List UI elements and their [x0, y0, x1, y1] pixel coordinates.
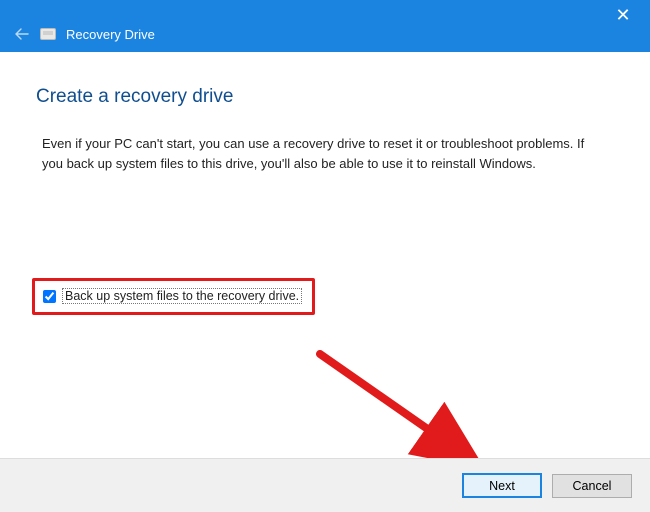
- backup-checkbox[interactable]: [43, 290, 56, 303]
- next-button[interactable]: Next: [462, 473, 542, 498]
- wizard-footer: Next Cancel: [0, 458, 650, 512]
- window-title: Recovery Drive: [66, 27, 155, 42]
- backup-checkbox-label[interactable]: Back up system files to the recovery dri…: [62, 288, 302, 304]
- recovery-drive-icon: [40, 28, 56, 40]
- cancel-button[interactable]: Cancel: [552, 474, 632, 498]
- back-icon[interactable]: [14, 26, 30, 42]
- wizard-content: Create a recovery drive Even if your PC …: [0, 52, 650, 173]
- title-row: Recovery Drive: [14, 26, 155, 42]
- page-heading: Create a recovery drive: [36, 86, 614, 108]
- window-titlebar: ✕ Recovery Drive: [0, 0, 650, 52]
- page-description: Even if your PC can't start, you can use…: [42, 134, 602, 173]
- close-icon[interactable]: ✕: [608, 4, 638, 28]
- highlighted-checkbox-area: Back up system files to the recovery dri…: [32, 278, 315, 315]
- backup-checkbox-row: Back up system files to the recovery dri…: [43, 288, 302, 304]
